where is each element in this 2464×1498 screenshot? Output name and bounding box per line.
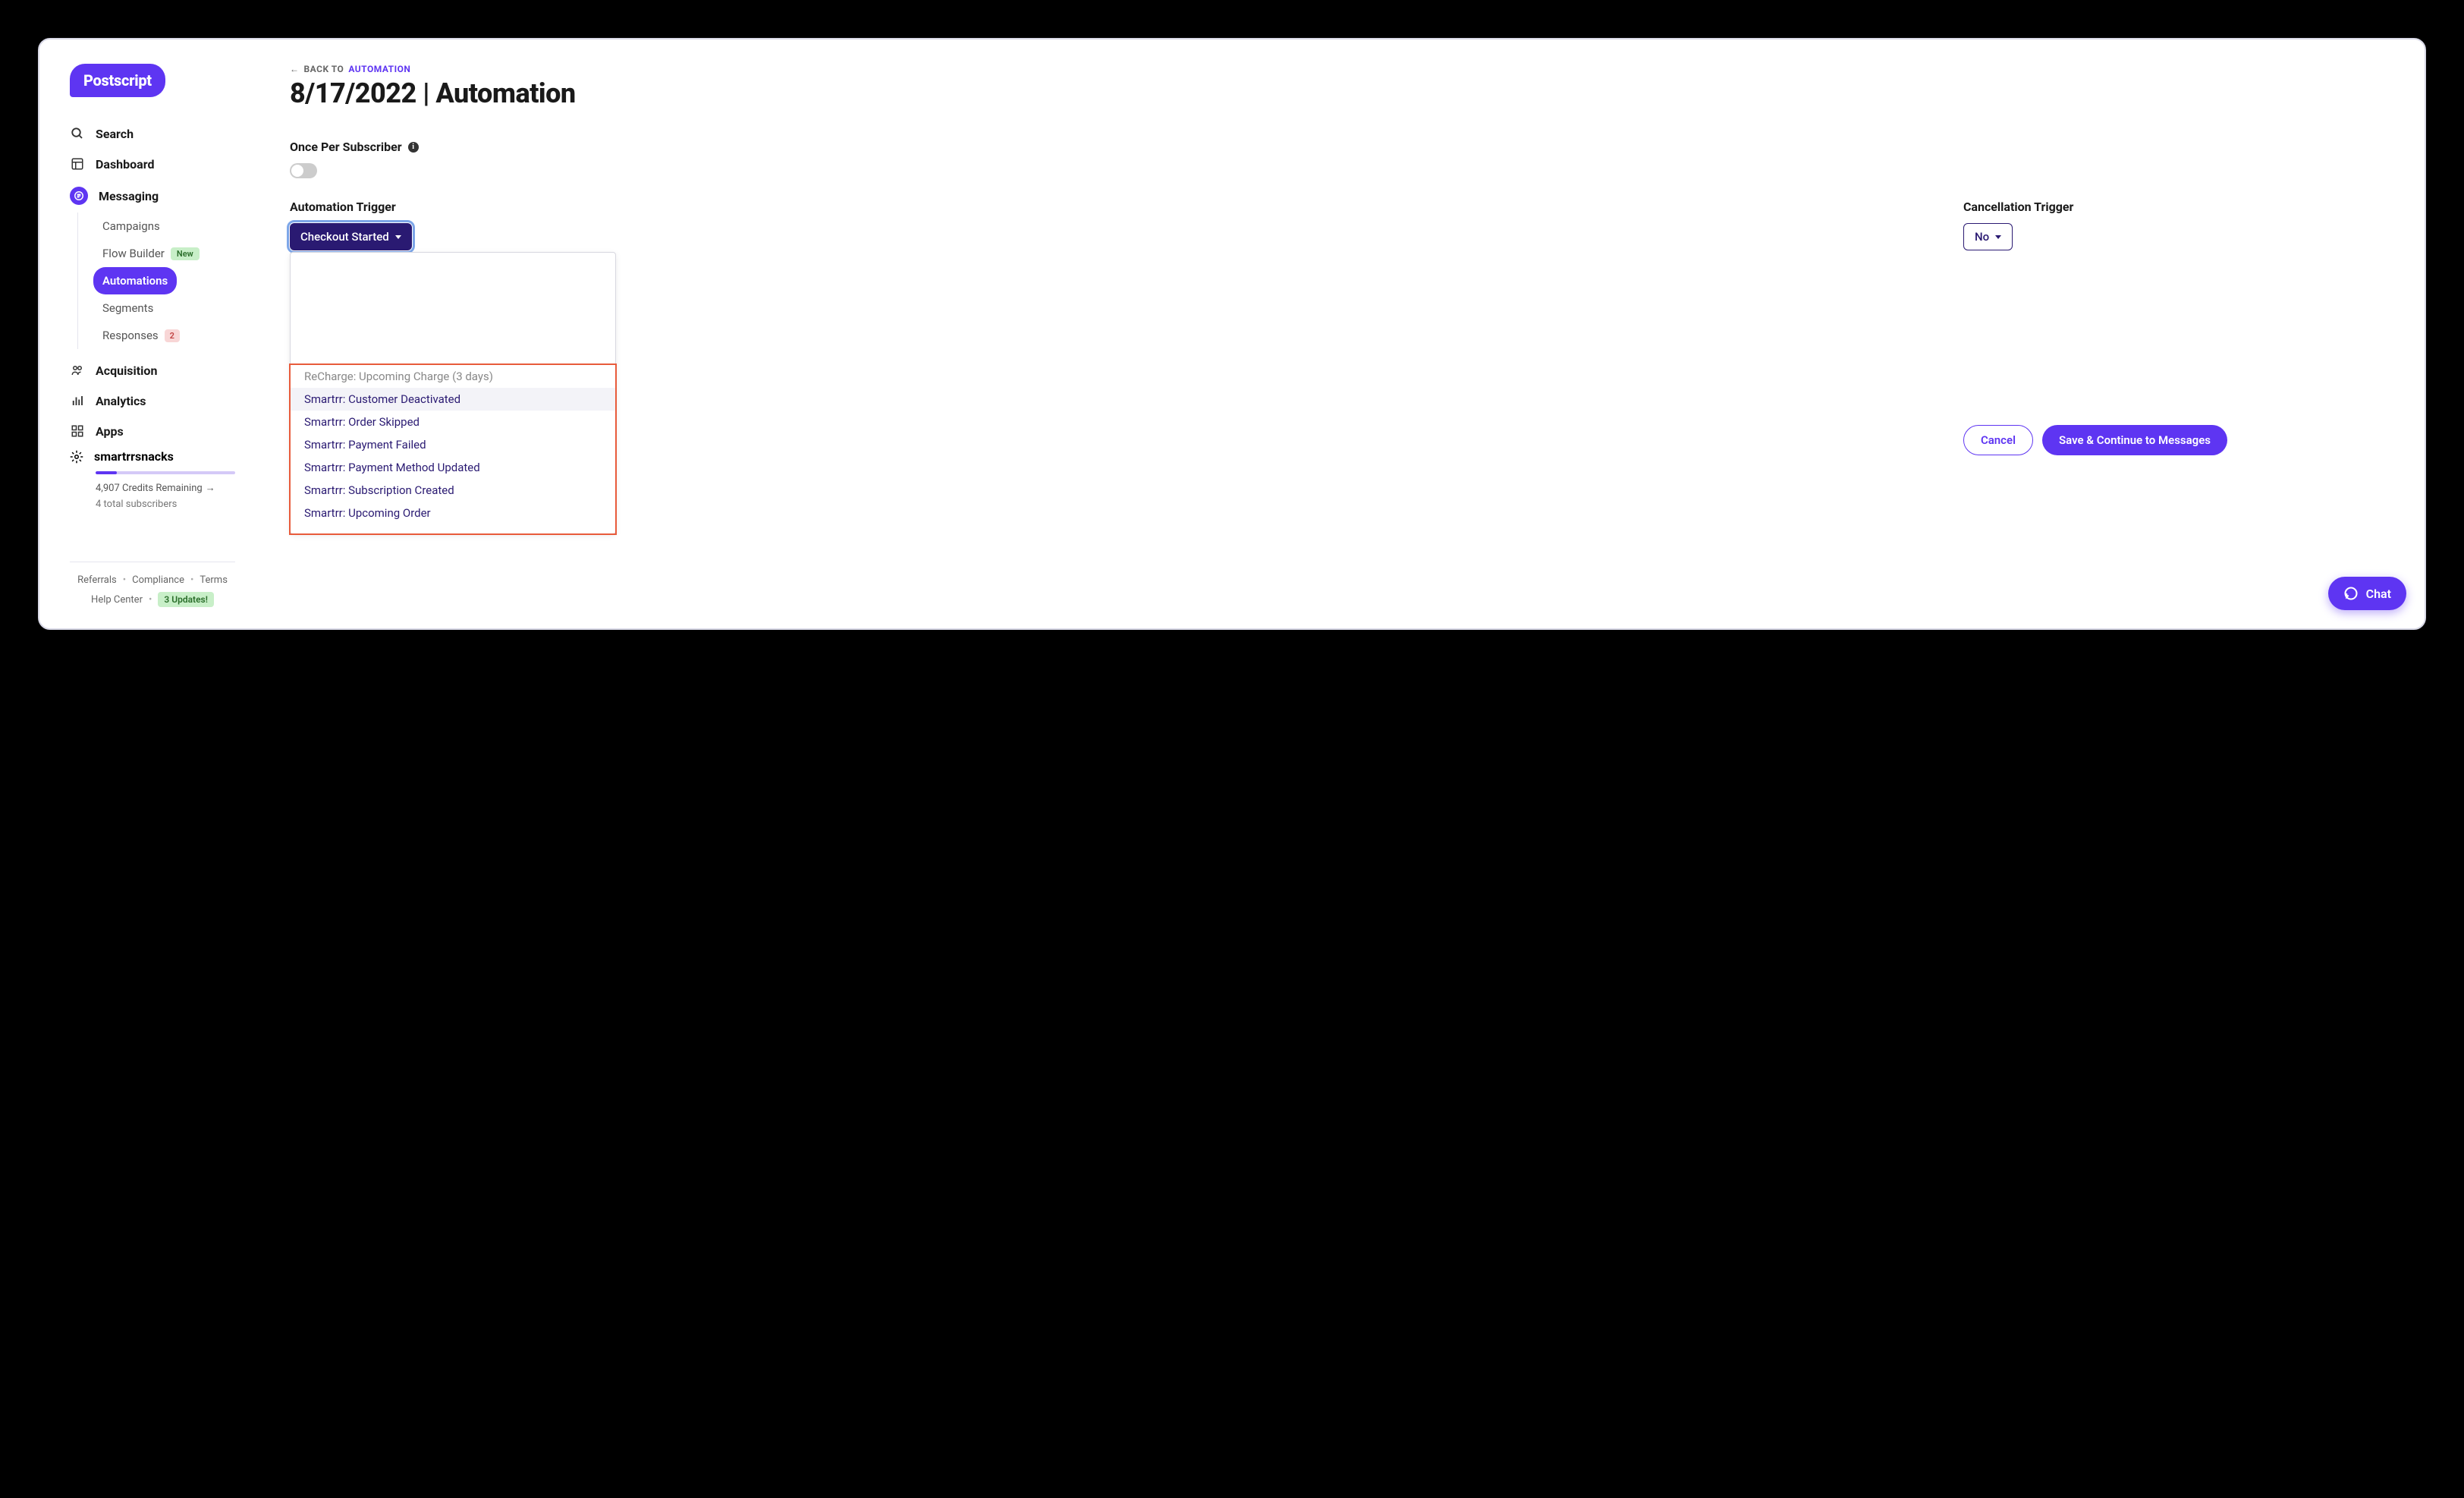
apps-icon [70,423,85,439]
back-link[interactable]: ← BACK TO AUTOMATION [290,64,2394,74]
gear-icon [70,450,83,464]
info-icon[interactable]: i [408,142,419,153]
dropdown-item-faded[interactable]: ReCharge: Upcoming Charge (3 days) [291,365,615,388]
dot-icon: • [190,574,193,586]
dropdown-item-upcoming-order[interactable]: Smartrr: Upcoming Order [291,502,615,524]
nav-label: Dashboard [96,157,154,172]
dot-icon: • [149,594,152,606]
chat-widget[interactable]: Chat [2328,577,2406,610]
page-title: 8/17/2022 | Automation [290,77,2394,109]
back-prefix: BACK TO [304,64,344,74]
chat-icon [2343,586,2359,601]
nav-label: Acquisition [96,363,157,378]
footer-terms[interactable]: Terms [200,574,228,586]
once-per-subscriber-label: Once Per Subscriber i [290,140,2394,154]
dropdown-item-customer-deactivated[interactable]: Smartrr: Customer Deactivated [291,388,615,411]
subnav-label: Segments [102,301,153,315]
action-row: Cancel Save & Continue to Messages [1963,425,2227,455]
cancellation-trigger-label: Cancellation Trigger [1963,200,2227,214]
new-badge: New [171,247,200,260]
trigger-dropdown-panel: ReCharge: Upcoming Charge (3 days) Smart… [290,252,616,534]
dropdown-value: No [1975,230,1989,244]
count-badge: 2 [165,329,180,342]
label-text: Once Per Subscriber [290,140,402,154]
nav-acquisition[interactable]: Acquisition [70,355,235,386]
subnav-label: Flow Builder [102,247,165,260]
arrow-right-icon: → [206,482,215,494]
credits-link[interactable]: 4,907 Credits Remaining → [96,482,235,494]
dropdown-highlight-region: ReCharge: Upcoming Charge (3 days) Smart… [289,363,617,535]
search-icon [70,126,85,141]
app-window: Postscript Search Dashboard Messaging Ca… [38,38,2426,630]
dropdown-value: Checkout Started [300,230,389,244]
footer-referrals[interactable]: Referrals [77,574,117,586]
shop-name-label: smartrrsnacks [94,449,174,464]
footer-compliance[interactable]: Compliance [132,574,184,586]
footer-help[interactable]: Help Center [91,594,143,606]
sidebar-footer: Referrals • Compliance • Terms Help Cent… [70,562,235,613]
back-target: AUTOMATION [348,64,410,74]
dropdown-item-subscription-created[interactable]: Smartrr: Subscription Created [291,479,615,502]
dropdown-item-payment-failed[interactable]: Smartrr: Payment Failed [291,433,615,456]
nav-label: Analytics [96,394,146,408]
messaging-subnav: Campaigns Flow Builder New Automations S… [77,212,235,349]
nav-label: Messaging [99,189,159,203]
automation-trigger-label: Automation Trigger [290,200,412,214]
toggle-knob [291,165,303,177]
nav-messaging[interactable]: Messaging [70,179,235,212]
chat-label: Chat [2366,587,2391,601]
arrow-left-icon: ← [290,64,300,74]
caret-down-icon [1995,235,2001,239]
subnav-label: Responses [102,329,159,342]
subnav-campaigns[interactable]: Campaigns [93,212,235,240]
subnav-flow-builder[interactable]: Flow Builder New [93,240,235,267]
cancellation-trigger-col: Cancellation Trigger No Cancel Save & Co… [1963,200,2227,455]
messaging-icon [70,187,88,205]
dashboard-icon [70,156,85,172]
updates-badge[interactable]: 3 Updates! [158,592,214,607]
subnav-label: Campaigns [102,219,160,233]
shop-section: smartrrsnacks 4,907 Credits Remaining → … [70,449,235,510]
subnav-segments[interactable]: Segments [93,294,235,322]
dropdown-spacer [291,253,615,365]
acquisition-icon [70,363,85,378]
subnav-label: Automations [102,274,168,288]
nav-shop[interactable]: smartrrsnacks [70,449,235,464]
progress-fill [96,471,117,474]
caret-down-icon [395,235,401,239]
nav-apps[interactable]: Apps [70,416,235,446]
sidebar: Postscript Search Dashboard Messaging Ca… [39,39,259,628]
nav-label: Apps [96,424,124,439]
automation-trigger-dropdown[interactable]: Checkout Started [290,223,412,250]
credits-progress [96,471,235,474]
dot-icon: • [123,574,126,586]
logo: Postscript [70,64,165,97]
subnav-automations[interactable]: Automations [93,267,177,294]
cancellation-trigger-dropdown[interactable]: No [1963,223,2013,250]
dropdown-item-order-skipped[interactable]: Smartrr: Order Skipped [291,411,615,433]
nav-search[interactable]: Search [70,118,235,149]
dropdown-item-payment-method-updated[interactable]: Smartrr: Payment Method Updated [291,456,615,479]
save-continue-button[interactable]: Save & Continue to Messages [2042,425,2227,455]
analytics-icon [70,393,85,408]
nav-analytics[interactable]: Analytics [70,386,235,416]
trigger-row: Automation Trigger Checkout Started ReCh… [290,200,2394,455]
automation-trigger-col: Automation Trigger Checkout Started ReCh… [290,200,412,455]
subnav-responses[interactable]: Responses 2 [93,322,235,349]
main-content: ← BACK TO AUTOMATION 8/17/2022 | Automat… [259,39,2425,628]
credits-text: 4,907 Credits Remaining [96,483,203,494]
nav-dashboard[interactable]: Dashboard [70,149,235,179]
once-per-subscriber-toggle[interactable] [290,163,317,178]
subscribers-text: 4 total subscribers [96,499,235,510]
cancel-button[interactable]: Cancel [1963,425,2033,455]
nav-label: Search [96,127,134,141]
